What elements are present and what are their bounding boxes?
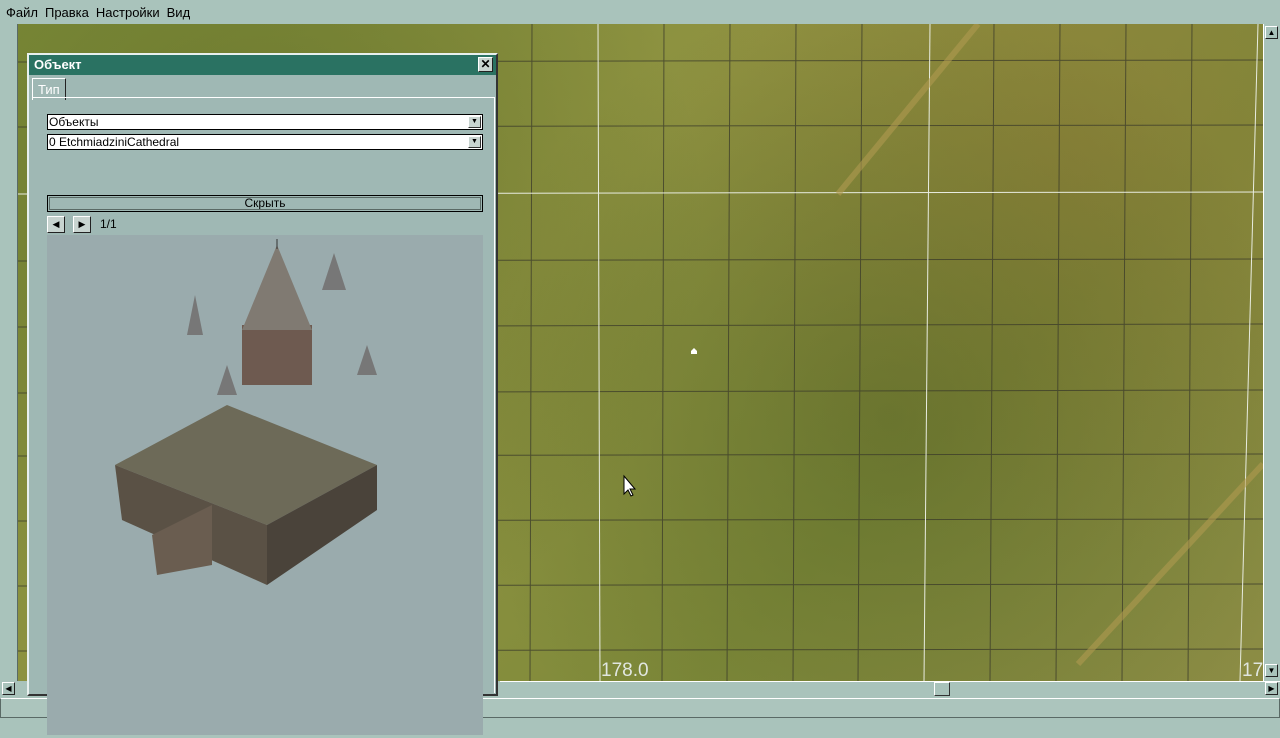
panel-title: Объект <box>34 57 82 72</box>
tab-content: Объекты ▼ 0 EtchmiadziniCathedral ▼ Скры… <box>32 97 495 735</box>
map-coordinate-label: 17 <box>1242 660 1263 681</box>
category-select[interactable]: Объекты ▼ <box>47 114 483 130</box>
vertical-scrollbar[interactable]: ▲ ▼ <box>1263 24 1280 681</box>
object-preview <box>47 235 483 735</box>
chevron-down-icon[interactable]: ▼ <box>468 116 481 128</box>
scroll-up-icon[interactable]: ▲ <box>1265 26 1278 39</box>
category-value: Объекты <box>49 115 99 129</box>
menu-bar: Файл Правка Настройки Вид <box>0 0 1280 24</box>
menu-edit[interactable]: Правка <box>45 5 89 20</box>
object-marker-icon <box>691 348 697 354</box>
page-indicator: 1/1 <box>100 217 117 231</box>
prev-page-icon[interactable]: ◀ <box>47 216 65 233</box>
map-coordinate-label: 178.0 <box>601 660 649 681</box>
scroll-thumb[interactable] <box>934 682 950 696</box>
scroll-left-icon[interactable]: ◀ <box>2 682 15 695</box>
next-page-icon[interactable]: ▶ <box>73 216 91 233</box>
panel-titlebar[interactable]: Объект ✕ <box>29 55 496 75</box>
menu-view[interactable]: Вид <box>167 5 191 20</box>
scroll-right-icon[interactable]: ▶ <box>1265 682 1278 695</box>
cathedral-model-image <box>115 239 377 585</box>
menu-file[interactable]: Файл <box>6 5 38 20</box>
menu-settings[interactable]: Настройки <box>96 5 160 20</box>
chevron-down-icon[interactable]: ▼ <box>468 136 481 148</box>
mouse-cursor-icon <box>623 474 637 497</box>
left-scrollbar[interactable] <box>0 24 18 681</box>
object-value: 0 EtchmiadziniCathedral <box>49 135 180 149</box>
hide-button[interactable]: Скрыть <box>47 195 483 212</box>
object-select[interactable]: 0 EtchmiadziniCathedral ▼ <box>47 134 483 150</box>
horizontal-scrollbar[interactable]: ▶ <box>500 681 1280 696</box>
object-panel: Объект ✕ Тип Объекты ▼ 0 EtchmiadziniCat… <box>27 53 498 735</box>
close-icon[interactable]: ✕ <box>478 57 493 72</box>
scroll-down-icon[interactable]: ▼ <box>1265 664 1278 677</box>
